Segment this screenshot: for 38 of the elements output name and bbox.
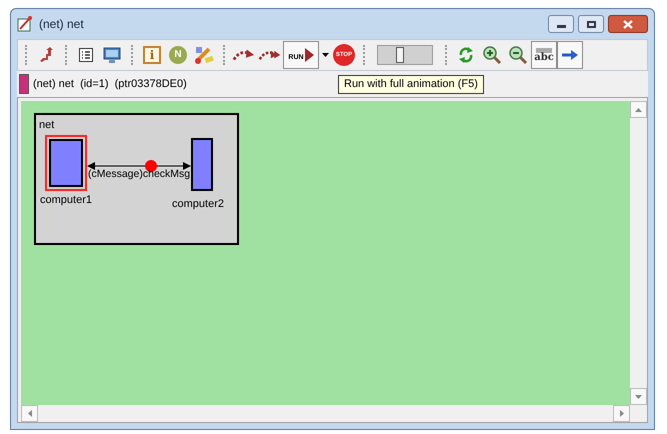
wand-icon [193, 45, 215, 65]
horizontal-scrollbar[interactable] [21, 405, 630, 422]
maximize-button[interactable] [578, 15, 604, 33]
toolbar-button[interactable] [557, 41, 583, 69]
module-label: computer1 [40, 194, 92, 207]
info-icon: i [143, 46, 161, 64]
speed-slider[interactable] [377, 45, 433, 65]
close-button[interactable] [608, 15, 648, 33]
double-curved-arrow-icon [258, 48, 282, 62]
window-title: (net) net [39, 16, 84, 33]
down-arrow-icon [635, 394, 642, 398]
zoom-out-icon [508, 45, 528, 65]
object-info: (net) net (id=1) (ptr03378DE0) [33, 76, 187, 92]
slider-thumb[interactable] [396, 47, 404, 63]
module-name: net [39, 119, 54, 132]
message-label: (cMessage)checkMsg [88, 168, 190, 180]
left-arrow-icon [28, 410, 32, 417]
close-icon [623, 20, 633, 28]
curved-arrow-icon [232, 48, 256, 62]
list-icon [78, 47, 94, 63]
dropdown-caret-icon [322, 53, 328, 57]
diagram-edit-icon [17, 16, 33, 32]
tooltip: Run with full animation (F5) [338, 75, 484, 94]
monitor-icon [103, 46, 121, 64]
minimize-button[interactable] [548, 15, 574, 33]
up-arrow-icon [635, 108, 642, 112]
labels-toggle-button[interactable]: abc [531, 41, 557, 69]
module-rectangle[interactable] [45, 135, 87, 191]
toolbar-button[interactable]: i [139, 41, 165, 69]
refresh-icon [458, 46, 474, 64]
play-icon [304, 48, 314, 62]
zoom-in-icon [482, 45, 502, 65]
module-label: computer2 [172, 198, 224, 211]
vertical-scrollbar[interactable] [630, 101, 647, 405]
right-arrow-icon [620, 410, 624, 417]
n-coin-icon: N [169, 46, 187, 64]
right-arrow-icon [561, 49, 579, 61]
toolbar-button[interactable]: N [165, 41, 191, 69]
